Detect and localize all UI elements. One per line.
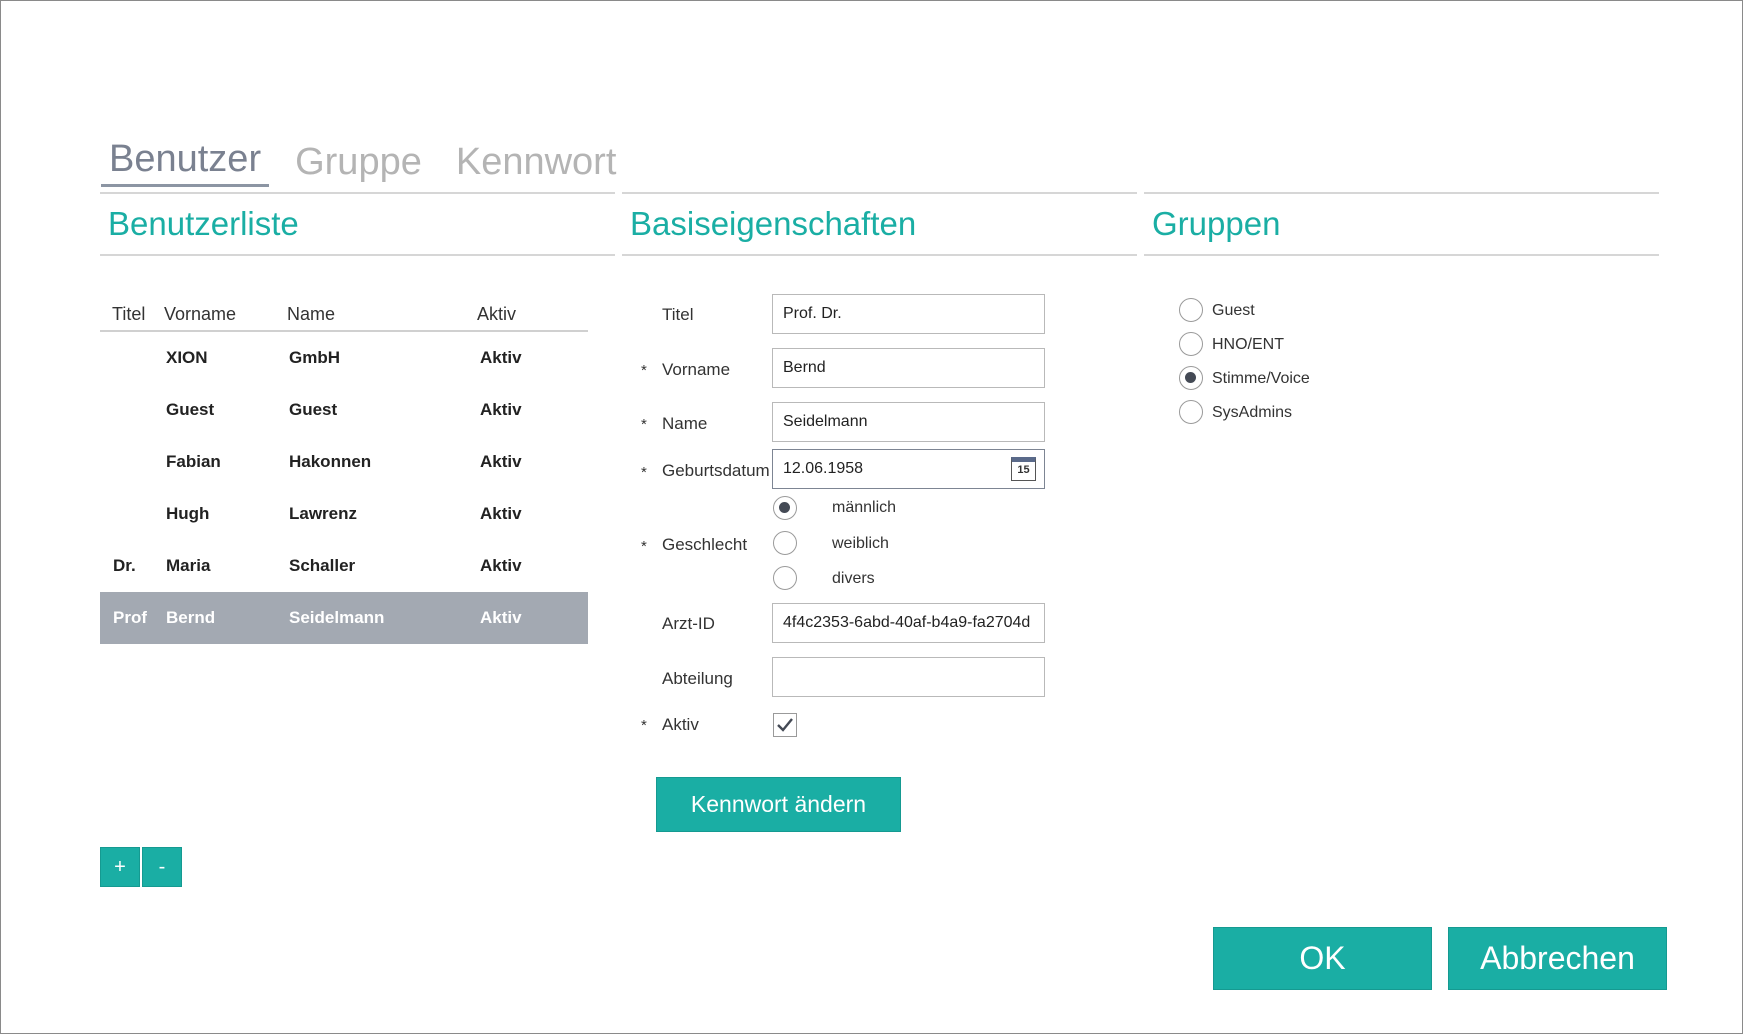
checkmark-icon — [777, 718, 793, 732]
remove-user-button[interactable]: - — [142, 847, 182, 887]
user-management-dialog: Benutzer Gruppe Kennwort Benutzerliste B… — [0, 0, 1743, 1034]
cell-name: GmbH — [289, 348, 340, 367]
column-header-titel[interactable]: Titel — [112, 304, 146, 325]
column-header-name[interactable]: Name — [287, 304, 457, 325]
radio-group-hno-ent[interactable] — [1179, 332, 1203, 356]
table-row[interactable]: Dr. Maria Schaller Aktiv — [100, 540, 588, 592]
basic-properties-title: Basiseigenschaften — [630, 205, 917, 242]
radio-group-sysadmins[interactable] — [1179, 400, 1203, 424]
geschlecht-label: Geschlecht — [662, 535, 748, 554]
cell-titel: Prof — [113, 608, 147, 627]
geburtsdatum-label: Geburtsdatum — [662, 461, 770, 480]
titel-label: Titel — [662, 305, 694, 324]
arzt-id-label: Arzt-ID — [662, 614, 715, 633]
geburtsdatum-date-picker[interactable]: 12.06.1958 15 — [772, 449, 1045, 489]
cell-name: Seidelmann — [289, 608, 385, 627]
table-row[interactable]: XION GmbH Aktiv — [100, 332, 588, 384]
group-label-sysadmins: SysAdmins — [1212, 404, 1293, 421]
abteilung-label: Abteilung — [662, 669, 733, 688]
group-label-stimme-voice: Stimme/Voice — [1212, 370, 1310, 387]
vorname-label: Vorname — [662, 360, 731, 379]
user-list-section-header: Benutzerliste — [100, 192, 615, 256]
group-label-hno-ent: HNO/ENT — [1212, 336, 1284, 353]
name-input[interactable]: Seidelmann — [772, 402, 1045, 442]
cell-name: Lawrenz — [289, 504, 358, 523]
radio-maennlich[interactable] — [773, 496, 797, 520]
cell-vorname: Fabian — [166, 452, 221, 471]
cell-vorname: XION — [166, 348, 208, 367]
user-list-title: Benutzerliste — [108, 205, 299, 242]
cell-aktiv: Aktiv — [480, 452, 522, 471]
column-header-vorname[interactable]: Vorname — [164, 304, 274, 325]
table-row[interactable]: Hugh Lawrenz Aktiv — [100, 488, 588, 540]
abteilung-input[interactable] — [772, 657, 1045, 697]
ok-button[interactable]: OK — [1213, 927, 1432, 990]
group-label-guest: Guest — [1212, 302, 1255, 319]
cell-vorname: Hugh — [166, 504, 210, 523]
required-mark: * — [641, 362, 647, 379]
cell-vorname: Guest — [166, 400, 215, 419]
groups-section-header: Gruppen — [1144, 192, 1659, 256]
table-row[interactable]: Fabian Hakonnen Aktiv — [100, 436, 588, 488]
aktiv-checkbox[interactable] — [773, 713, 797, 737]
titel-input[interactable]: Prof. Dr. — [772, 294, 1045, 334]
basic-properties-section-header: Basiseigenschaften — [622, 192, 1137, 256]
add-user-button[interactable]: + — [100, 847, 140, 887]
radio-label-weiblich: weiblich — [832, 535, 889, 552]
aktiv-label: Aktiv — [662, 715, 699, 734]
radio-label-maennlich: männlich — [832, 499, 897, 516]
cell-name: Guest — [289, 400, 338, 419]
tab-benutzer[interactable]: Benutzer — [101, 140, 270, 187]
calendar-icon[interactable]: 15 — [1011, 457, 1036, 481]
table-row-selected[interactable]: Prof Bernd Seidelmann Aktiv — [100, 592, 588, 644]
cell-titel: Dr. — [113, 556, 136, 575]
tab-bar: Benutzer Gruppe Kennwort — [101, 131, 624, 187]
cell-aktiv: Aktiv — [480, 400, 522, 419]
radio-weiblich[interactable] — [773, 531, 797, 555]
user-table: Titel Vorname Name Aktiv XION GmbH Aktiv… — [100, 296, 588, 644]
required-mark: * — [641, 717, 647, 734]
cell-aktiv: Aktiv — [480, 608, 522, 627]
list-action-buttons: + - — [100, 847, 182, 887]
table-row[interactable]: Guest Guest Aktiv — [100, 384, 588, 436]
arzt-id-input[interactable]: 4f4c2353-6abd-40af-b4a9-fa2704d — [772, 603, 1045, 643]
required-mark: * — [641, 416, 647, 433]
tab-kennwort[interactable]: Kennwort — [448, 143, 625, 187]
required-mark: * — [641, 538, 647, 555]
column-header-aktiv[interactable]: Aktiv — [477, 304, 557, 325]
groups-title: Gruppen — [1152, 205, 1281, 242]
radio-group-guest[interactable] — [1179, 298, 1203, 322]
cancel-button[interactable]: Abbrechen — [1448, 927, 1667, 990]
user-table-header: Titel Vorname Name Aktiv — [100, 296, 588, 332]
radio-divers[interactable] — [773, 566, 797, 590]
name-label: Name — [662, 414, 708, 433]
radio-group-stimme-voice[interactable] — [1179, 366, 1203, 390]
cell-vorname: Maria — [166, 556, 211, 575]
radio-label-divers: divers — [832, 570, 875, 587]
cell-aktiv: Aktiv — [480, 556, 522, 575]
tab-gruppe[interactable]: Gruppe — [287, 143, 430, 187]
vorname-input[interactable]: Bernd — [772, 348, 1045, 388]
cell-name: Schaller — [289, 556, 356, 575]
cell-vorname: Bernd — [166, 608, 216, 627]
cell-aktiv: Aktiv — [480, 348, 522, 367]
cell-aktiv: Aktiv — [480, 504, 522, 523]
change-password-button[interactable]: Kennwort ändern — [656, 777, 901, 832]
required-mark: * — [641, 464, 647, 481]
cell-name: Hakonnen — [289, 452, 372, 471]
geburtsdatum-value: 12.06.1958 — [783, 460, 864, 477]
